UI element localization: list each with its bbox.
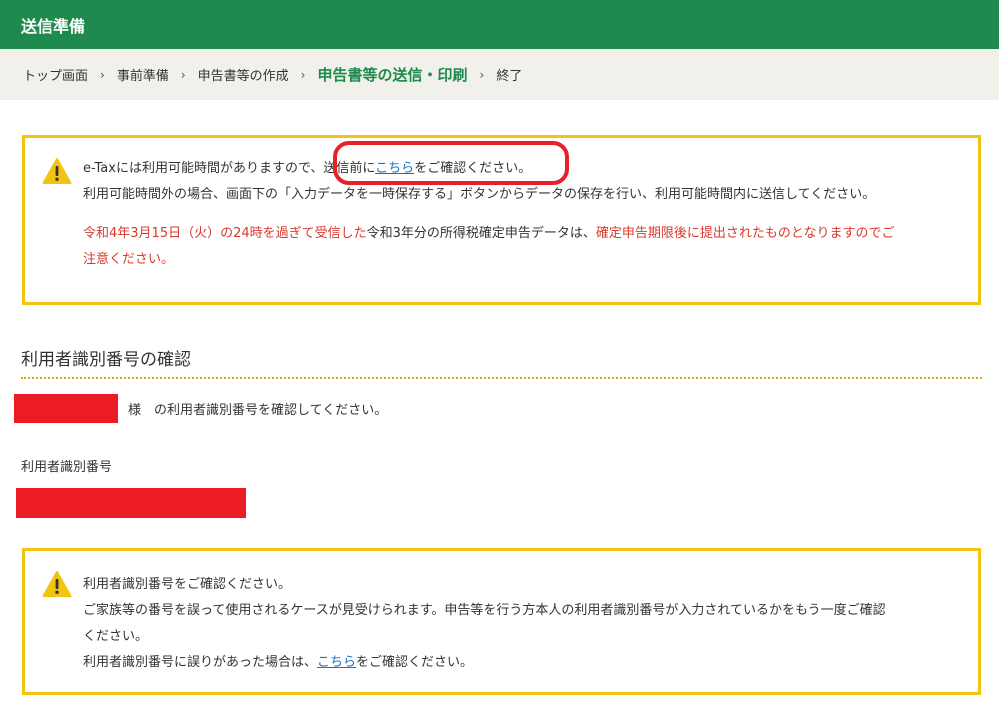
chevron-right-icon: ›	[180, 67, 186, 82]
chevron-right-icon: ›	[100, 67, 105, 82]
deadline-warning-end: 注意ください。	[83, 252, 175, 267]
section-divider	[21, 377, 982, 379]
user-id-help-link[interactable]: こちら	[317, 655, 356, 670]
user-id-notice-line-3: ください。	[83, 629, 149, 644]
availability-line-1: e-Taxには利用可能時間がありますので、送信前にこちらをご確認ください。	[83, 156, 963, 182]
deadline-black-text: 令和3年分の所得税確定申告データは、	[366, 226, 596, 241]
redacted-name	[14, 394, 118, 423]
warning-icon	[42, 571, 72, 597]
warning-icon	[42, 158, 72, 184]
breadcrumb-item-create: 申告書等の作成	[197, 69, 289, 84]
page-header: 送信準備	[0, 0, 999, 49]
breadcrumb: トップ画面 › 事前準備 › 申告書等の作成 › 申告書等の送信・印刷 › 終了	[0, 49, 999, 100]
breadcrumb-item-top: トップ画面	[23, 69, 89, 84]
user-id-notice: 利用者識別番号をご確認ください。 ご家族等の番号を誤って使用されるケースが見受け…	[22, 548, 981, 695]
user-id-notice-line-2: ご家族等の番号を誤って使用されるケースが見受けられます。申告等を行う方本人の利用…	[83, 603, 886, 618]
breadcrumb-item-current: 申告書等の送信・印刷	[317, 66, 468, 84]
redacted-user-id	[16, 488, 246, 518]
breadcrumb-item-finish: 終了	[496, 69, 523, 84]
chevron-right-icon: ›	[479, 67, 485, 82]
page-title: 送信準備	[21, 16, 86, 36]
chevron-right-icon: ›	[300, 67, 306, 82]
availability-text-end: をご確認ください。	[414, 161, 532, 176]
user-id-label: 利用者識別番号	[21, 460, 113, 475]
confirm-instruction: 様 の利用者識別番号を確認してください。	[128, 403, 388, 418]
availability-line-2: 利用可能時間外の場合、画面下の「入力データを一時保存する」ボタンからデータの保存…	[83, 187, 876, 202]
availability-notice: e-Taxには利用可能時間がありますので、送信前にこちらをご確認ください。 利用…	[22, 135, 981, 305]
user-id-notice-line-1: 利用者識別番号をご確認ください。	[83, 577, 292, 592]
section-title: 利用者識別番号の確認	[21, 350, 191, 370]
availability-text: e-Taxには利用可能時間がありますので、送信前に	[83, 161, 376, 176]
user-id-notice-text-end: をご確認ください。	[356, 655, 474, 670]
deadline-red-text-2: 確定申告期限後に提出されたものとなりますのでご	[595, 226, 895, 241]
availability-link[interactable]: こちら	[375, 161, 414, 176]
breadcrumb-item-preparation: 事前準備	[116, 69, 169, 84]
user-id-notice-line-4: 利用者識別番号に誤りがあった場合は、こちらをご確認ください。	[83, 650, 963, 676]
user-id-notice-text: 利用者識別番号に誤りがあった場合は、	[83, 655, 318, 670]
deadline-red-text: 令和4年3月15日（火）の24時を過ぎて受信した	[83, 226, 367, 241]
deadline-warning: 令和4年3月15日（火）の24時を過ぎて受信した令和3年分の所得税確定申告データ…	[83, 221, 963, 247]
